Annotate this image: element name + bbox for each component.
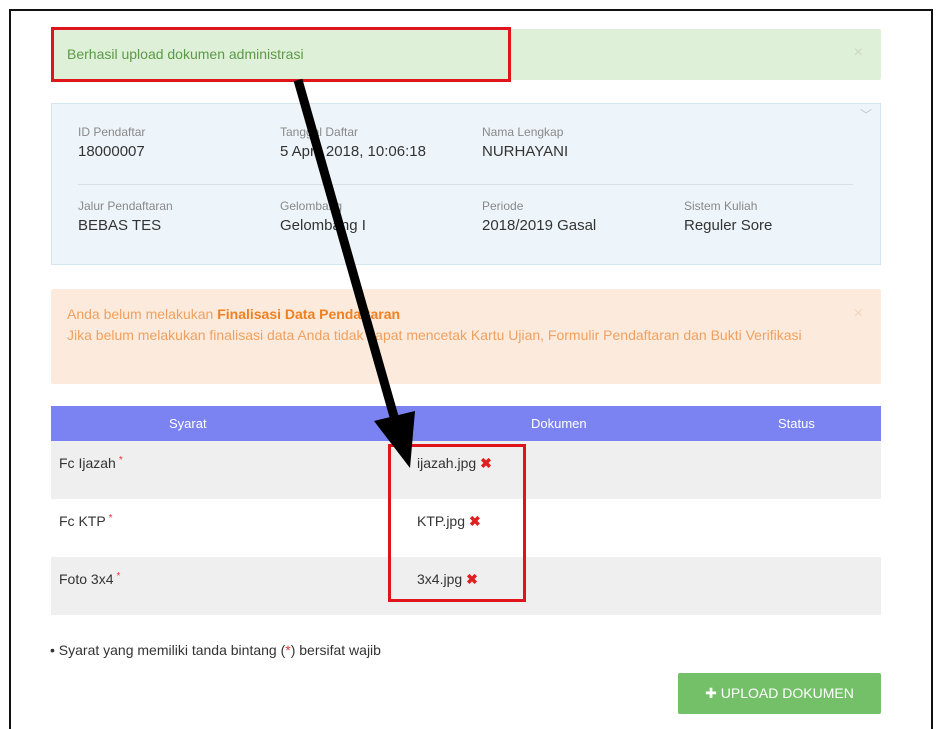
document-cell: 3x4.jpg ✖ [417,571,478,588]
field-label: Sistem Kuliah [684,199,758,213]
syarat-label: Fc Ijazah [59,455,116,471]
delete-icon[interactable]: ✖ [480,455,492,471]
close-icon[interactable]: × [854,305,863,323]
table-header: Syarat Dokumen Status [51,406,881,441]
syarat-cell: Foto 3x4 * [59,571,120,587]
field-jalur-pendaftaran: Jalur Pendaftaran BEBAS TES [78,199,173,234]
required-star: * [118,455,123,466]
field-value: Reguler Sore [684,217,773,234]
field-value: 18000007 [78,143,145,160]
syarat-cell: Fc KTP * [59,513,113,529]
delete-icon[interactable]: ✖ [469,513,481,529]
delete-icon[interactable]: ✖ [466,571,478,587]
field-label: Jalur Pendaftaran [78,199,173,213]
field-value: 5 April 2018, 10:06:18 [280,143,426,160]
document-filename[interactable]: 3x4.jpg [417,571,462,587]
close-icon[interactable]: × [854,44,863,62]
field-nama-lengkap: Nama Lengkap NURHAYANI [482,125,568,160]
document-filename[interactable]: ijazah.jpg [417,455,476,471]
document-cell: KTP.jpg ✖ [417,513,481,530]
header-syarat: Syarat [169,416,207,431]
required-note: • Syarat yang memiliki tanda bintang (*)… [50,642,381,658]
upload-document-button[interactable]: ✚ UPLOAD DOKUMEN [678,673,881,714]
field-value: 2018/2019 Gasal [482,217,597,234]
chevron-down-icon[interactable]: ﹀ [860,106,872,123]
syarat-cell: Fc Ijazah * [59,455,123,471]
warning-line-1: Anda belum melakukan Finalisasi Data Pen… [67,304,400,325]
field-label: Gelombang [280,199,343,213]
field-label: Nama Lengkap [482,125,564,139]
warning-line-2: Jika belum melakukan finalisasi data And… [67,327,802,343]
required-star: * [108,513,113,524]
registration-info-panel: ﹀ ID Pendaftar 18000007 Tanggal Daftar 5… [51,103,881,265]
warning-prefix: Anda belum melakukan [67,306,218,322]
field-periode: Periode 2018/2019 Gasal [482,199,596,234]
document-cell: ijazah.jpg ✖ [417,455,492,472]
field-value: NURHAYANI [482,143,569,160]
note-text-before: Syarat yang memiliki tanda bintang ( [58,642,286,658]
field-value: BEBAS TES [78,217,162,234]
warning-bold: Finalisasi Data Pendaftaran [217,306,401,322]
field-tanggal-daftar: Tanggal Daftar 5 April 2018, 10:06:18 [280,125,426,160]
table-row: Fc KTP * KTP.jpg ✖ [51,499,881,557]
document-filename[interactable]: KTP.jpg [417,513,465,529]
field-label: Tanggal Daftar [280,125,359,139]
note-text-after: ) bersifat wajib [290,642,381,658]
syarat-label: Foto 3x4 [59,571,114,587]
header-status: Status [778,416,815,431]
warning-alert: Anda belum melakukan Finalisasi Data Pen… [51,289,881,384]
divider [78,184,853,185]
table-row: Fc Ijazah * ijazah.jpg ✖ [51,441,881,499]
documents-table: Syarat Dokumen Status Fc Ijazah * ijazah.… [51,406,881,615]
syarat-label: Fc KTP [59,513,106,529]
success-message: Berhasil upload dokumen administrasi [67,46,304,62]
required-star: * [116,571,121,582]
bullet-icon: • [50,642,55,658]
field-label: Periode [482,199,524,213]
table-row: Foto 3x4 * 3x4.jpg ✖ [51,557,881,615]
header-dokumen: Dokumen [531,416,587,431]
field-value: Gelombang I [280,217,366,234]
field-id-pendaftar: ID Pendaftar 18000007 [78,125,145,160]
field-label: ID Pendaftar [78,125,146,139]
field-gelombang: Gelombang Gelombang I [280,199,366,234]
success-alert: Berhasil upload dokumen administrasi × [51,29,881,80]
field-sistem-kuliah: Sistem Kuliah Reguler Sore [684,199,772,234]
